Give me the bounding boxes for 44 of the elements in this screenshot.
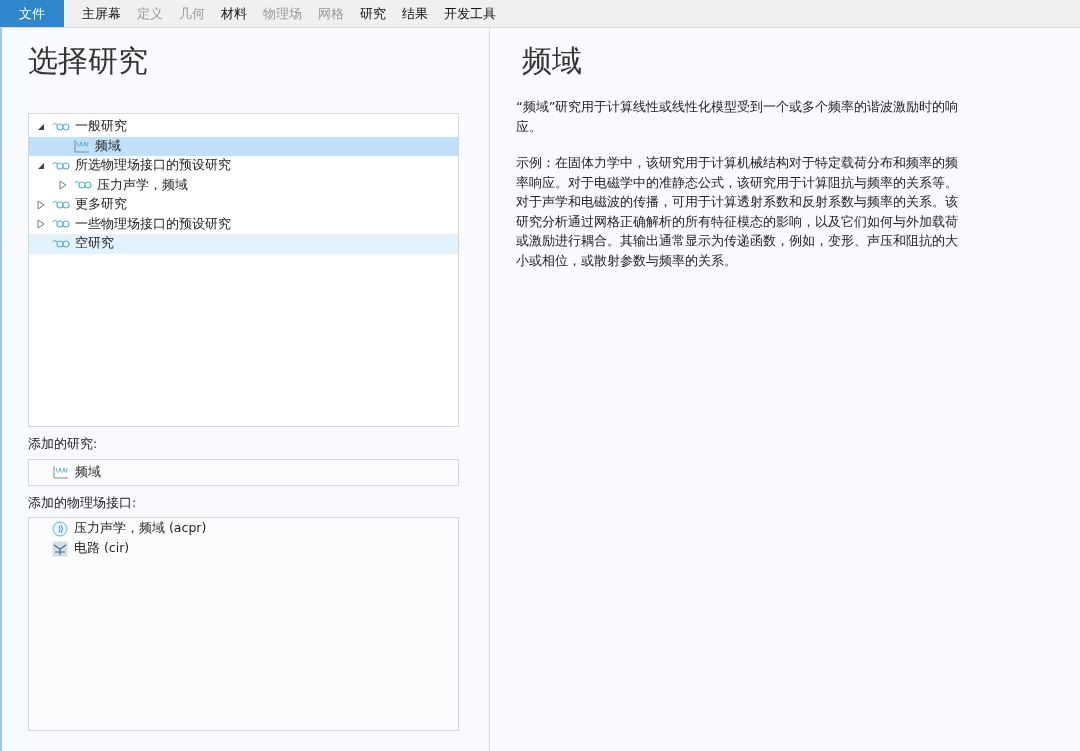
circuit-icon [52, 540, 68, 557]
tree-item-label: 空研究 [75, 234, 114, 253]
study-icon [74, 180, 92, 191]
frequency-plot-icon [53, 465, 69, 480]
frequency-plot-icon [74, 139, 90, 154]
page-title: 选择研究 [28, 42, 149, 80]
menu-tab[interactable]: 材料 [213, 0, 255, 27]
collapse-triangle-icon[interactable] [37, 122, 45, 131]
physics-label: 压力声学，频域 (acpr) [74, 519, 207, 538]
menu-tab[interactable]: 研究 [352, 0, 394, 27]
expand-triangle-icon[interactable] [37, 199, 45, 210]
tree-item[interactable]: 频域 [29, 136, 458, 156]
tree-item[interactable]: 压力声学，频域 [29, 175, 458, 195]
tree-item-label: 频域 [95, 136, 121, 155]
collapse-triangle-icon[interactable] [37, 161, 45, 170]
tree-item[interactable]: 空研究 [29, 234, 458, 254]
tree-item-label: 一般研究 [75, 117, 127, 136]
menu-tab[interactable]: 主屏幕 [74, 0, 129, 27]
tree-item-label: 压力声学，频域 [97, 175, 188, 194]
study-icon [52, 121, 70, 132]
menu-tab[interactable]: 结果 [394, 0, 436, 27]
description-paragraph: “频域”研究用于计算线性或线性化模型受到一个或多个频率的谐波激励时的响应。 [516, 98, 960, 136]
tree-item[interactable]: 更多研究 [29, 195, 458, 215]
tree-item[interactable]: 一般研究 [29, 117, 458, 137]
study-icon [52, 219, 70, 230]
tree-item-label: 更多研究 [75, 195, 127, 214]
sound-wave-icon [52, 520, 68, 537]
menu-tab[interactable]: 文件 [0, 0, 64, 27]
study-label: 频域 [75, 462, 101, 481]
expand-triangle-icon[interactable] [37, 219, 45, 230]
study-icon [52, 238, 70, 249]
study-title: 频域 [521, 42, 583, 80]
tree-item-label: 所选物理场接口的预设研究 [75, 156, 231, 175]
tree-item[interactable]: 一些物理场接口的预设研究 [29, 214, 458, 234]
expand-triangle-icon[interactable] [59, 180, 67, 191]
section-label: 添加的物理场接口: [28, 493, 138, 512]
description-paragraph: 示例：在固体力学中，该研究用于计算机械结构对于特定载荷分布和频率的频率响应。对于电磁学中的准静态公式，该研究用于计算阻抗与频率的关系等。对于声学和电磁波的传播，可用于计算透射系数和反射系数与频率的关系。该研究分析通过网格正确解析的所有特征模态的影响，以及它们如何与外加载荷或激励进行耦合。其输出通常显示为传递函数，例如，变形、声压和阻抗的大小或相位，或散射参数与频率的关系。 [516, 154, 959, 270]
physics-label: 电路 (cir) [74, 539, 130, 558]
tree-item[interactable]: 所选物理场接口的预设研究 [29, 156, 458, 176]
tree-item-label: 一些物理场接口的预设研究 [75, 214, 231, 233]
menu-tab[interactable]: 开发工具 [436, 0, 504, 27]
study-icon [52, 160, 70, 171]
section-label: 添加的研究: [28, 435, 99, 453]
study-icon [52, 199, 70, 210]
